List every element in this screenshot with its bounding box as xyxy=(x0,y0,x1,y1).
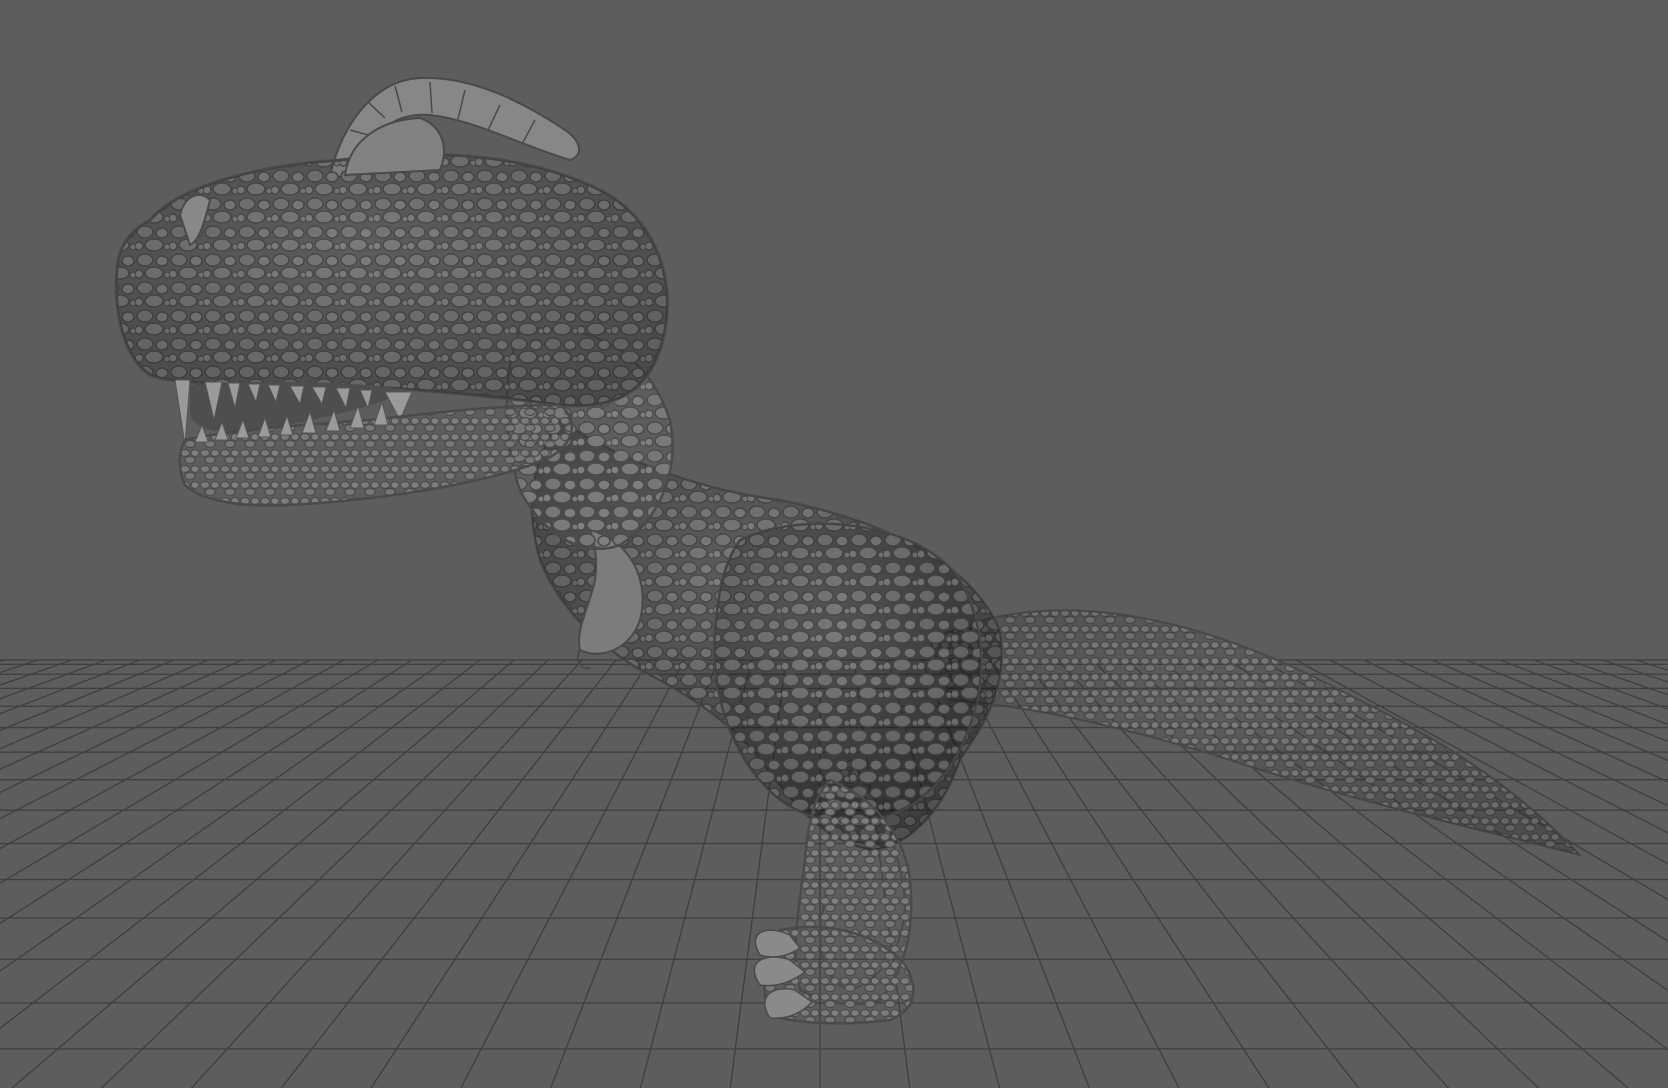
grid-line xyxy=(1533,659,1668,710)
grid-line xyxy=(280,659,617,1088)
grid-line xyxy=(1635,659,1668,671)
grid-line xyxy=(0,659,413,925)
dinosaur-model-icon[interactable] xyxy=(114,76,1584,1025)
grid-line xyxy=(0,659,447,972)
grid-line xyxy=(0,659,481,1030)
grid-line xyxy=(0,659,345,850)
grid-line xyxy=(0,659,141,715)
3d-viewport[interactable] xyxy=(0,0,1668,1088)
grid-line xyxy=(0,659,5,662)
grid-line xyxy=(549,659,719,1088)
grid-line xyxy=(190,659,583,1088)
grid-line xyxy=(0,659,277,794)
grid-line xyxy=(1363,659,1668,807)
grid-line xyxy=(370,659,651,1088)
grid-line xyxy=(0,659,243,770)
grid-line xyxy=(0,659,73,686)
grid-line xyxy=(460,659,685,1088)
viewport-canvas[interactable] xyxy=(0,0,1668,1088)
grid-line xyxy=(100,659,549,1088)
grid-line xyxy=(1465,659,1668,743)
grid-line xyxy=(0,659,209,750)
grid-line xyxy=(1431,659,1668,762)
